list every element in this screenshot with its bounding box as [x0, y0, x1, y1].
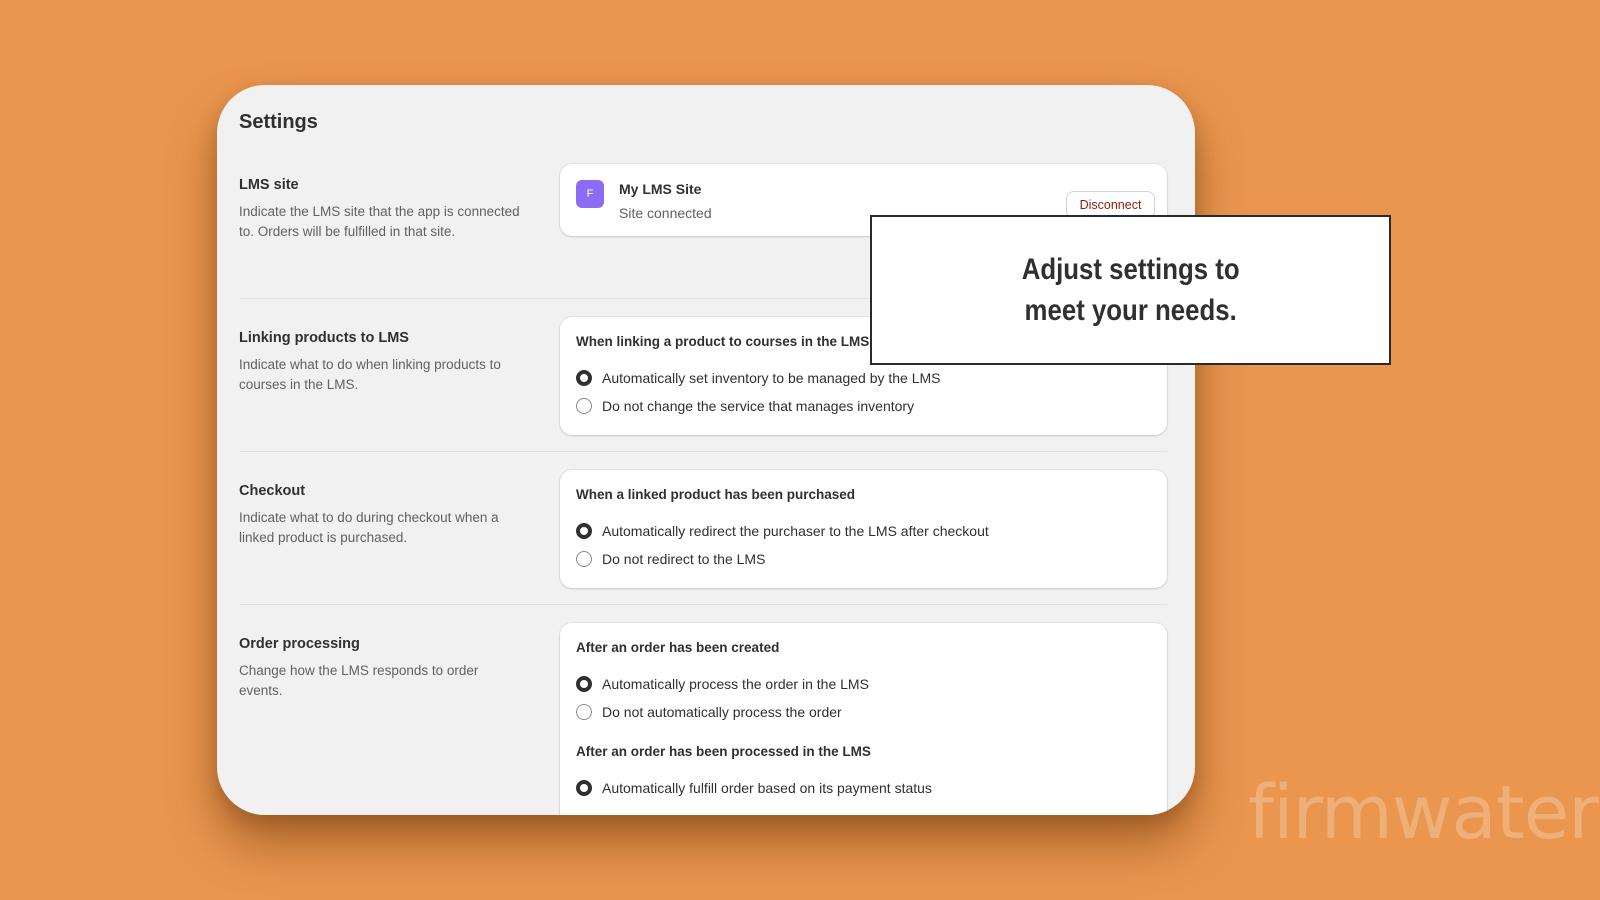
radio-label: Automatically fulfill order based on its…	[602, 780, 932, 796]
radio-button[interactable]	[576, 551, 592, 567]
divider	[239, 604, 1167, 605]
radio-option-auto-process[interactable]: Automatically process the order in the L…	[576, 674, 869, 694]
section-checkout-info: Checkout Indicate what to do during chec…	[239, 483, 524, 548]
brand-watermark: firmwater	[1248, 770, 1599, 856]
radio-label: Automatically set inventory to be manage…	[602, 370, 941, 386]
radio-label: Do not automatically process the order	[602, 704, 842, 720]
section-heading: LMS site	[239, 177, 299, 193]
section-linking-info: Linking products to LMS Indicate what to…	[239, 330, 524, 395]
radio-button-checked[interactable]	[576, 523, 592, 539]
radio-button[interactable]	[576, 398, 592, 414]
section-description: Indicate the LMS site that the app is co…	[239, 204, 520, 239]
group-title: When a linked product has been purchased	[576, 487, 856, 502]
radio-label: Automatically process the order in the L…	[602, 676, 869, 692]
page-title: Settings	[239, 111, 318, 133]
group-title: When linking a product to courses in the…	[576, 334, 870, 349]
section-description: Indicate what to do when linking product…	[239, 357, 501, 392]
order-processing-card: After an order has been created Automati…	[560, 623, 1167, 815]
settings-panel: Settings LMS site Indicate the LMS site …	[217, 85, 1195, 815]
site-name: My LMS Site	[619, 181, 702, 197]
radio-button[interactable]	[576, 704, 592, 720]
radio-button-checked[interactable]	[576, 676, 592, 692]
section-lms-site-info: LMS site Indicate the LMS site that the …	[239, 177, 524, 242]
group-title: After an order has been created	[576, 640, 780, 655]
section-heading: Order processing	[239, 636, 360, 652]
radio-option-no-auto-process[interactable]: Do not automatically process the order	[576, 702, 842, 722]
radio-option-auto-redirect[interactable]: Automatically redirect the purchaser to …	[576, 521, 989, 541]
radio-option-auto-fulfill[interactable]: Automatically fulfill order based on its…	[576, 778, 932, 798]
radio-label: Do not redirect to the LMS	[602, 551, 766, 567]
group-title: After an order has been processed in the…	[576, 744, 871, 759]
promo-callout: Adjust settings to meet your needs.	[870, 215, 1391, 365]
section-order-processing-info: Order processing Change how the LMS resp…	[239, 636, 524, 701]
site-avatar: F	[576, 180, 604, 208]
section-heading: Linking products to LMS	[239, 330, 409, 346]
checkout-card: When a linked product has been purchased…	[560, 470, 1167, 588]
site-status: Site connected	[619, 205, 712, 221]
section-heading: Checkout	[239, 483, 306, 499]
divider	[239, 451, 1167, 452]
callout-text: Adjust settings to meet your needs.	[1021, 253, 1240, 327]
radio-option-no-redirect[interactable]: Do not redirect to the LMS	[576, 549, 765, 569]
radio-label: Do not change the service that manages i…	[602, 398, 915, 414]
radio-option-auto-inventory[interactable]: Automatically set inventory to be manage…	[576, 368, 941, 388]
section-description: Indicate what to do during checkout when…	[239, 510, 499, 545]
radio-button-checked[interactable]	[576, 780, 592, 796]
radio-label: Automatically redirect the purchaser to …	[602, 523, 989, 539]
radio-option-keep-inventory[interactable]: Do not change the service that manages i…	[576, 396, 914, 416]
section-description: Change how the LMS responds to order eve…	[239, 663, 479, 698]
radio-button-checked[interactable]	[576, 370, 592, 386]
